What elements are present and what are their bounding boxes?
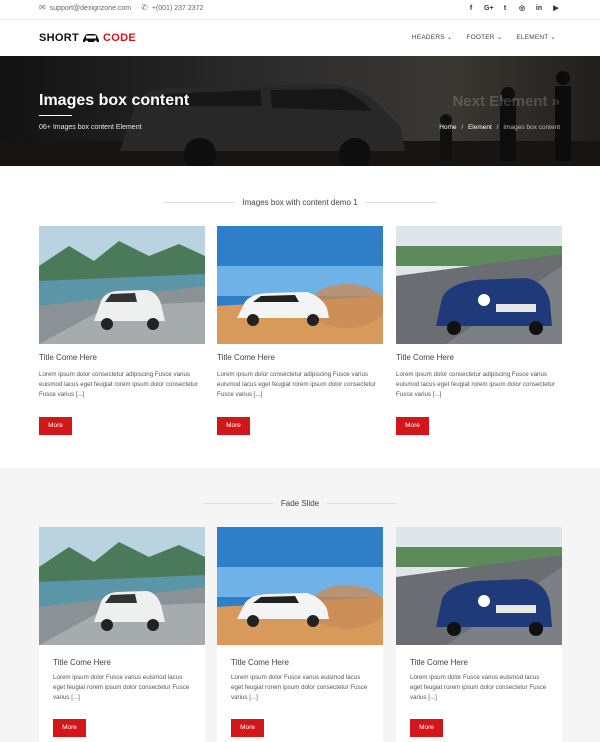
section-title-fade-slide: Fade Slide (0, 499, 600, 508)
contact-info: ✉ support@dexignzone.com ✆ +(001) 237 23… (39, 4, 213, 12)
title-underline (39, 115, 72, 116)
card-text: Lorem ipsum dolor Fusce varius euismod l… (231, 674, 368, 701)
more-button[interactable]: More (396, 417, 429, 435)
card-body: Title Come Here Lorem ipsum dolor Fusce … (217, 645, 383, 737)
card-body: Title Come Here Lorem ipsum dolor Fusce … (39, 645, 205, 737)
nav-label: ELEMENT (516, 34, 549, 41)
facebook-icon[interactable]: f (467, 4, 475, 14)
phone-text: +(001) 237 2372 (151, 4, 204, 12)
email-contact[interactable]: ✉ support@dexignzone.com (39, 4, 131, 12)
card-title: Title Come Here (217, 353, 275, 362)
card-text: Lorem ipsum dolor consectetur adipiscing… (396, 371, 555, 398)
site-logo[interactable]: SHORT CODE (39, 32, 136, 44)
card-body: Title Come Here Lorem ipsum dolor Fusce … (396, 645, 562, 737)
more-button[interactable]: More (39, 417, 72, 435)
page-subtitle: 06+ Images box content Element (39, 124, 142, 131)
breadcrumb: Home / Element / Images box content (439, 124, 560, 131)
linkedin-icon[interactable]: in (535, 4, 543, 14)
envelope-icon: ✉ (39, 3, 46, 12)
section-title-demo1: Images box with content demo 1 (0, 198, 600, 207)
nav-item-footer[interactable]: FOOTER ⌄ (466, 33, 502, 41)
breadcrumb-separator: / (496, 124, 499, 131)
card-title: Title Come Here (396, 353, 454, 362)
card-image-white-sedan-dust (217, 226, 383, 344)
slide-card-3: Title Come Here Lorem ipsum dolor Fusce … (396, 527, 562, 742)
slide-card-2: Title Come Here Lorem ipsum dolor Fusce … (217, 527, 383, 742)
title-divider (327, 503, 398, 505)
social-links: f G+ t ◎ in ▶ (467, 4, 560, 14)
card-image-blue-sports-car (396, 527, 562, 645)
logo-part-1: SHORT (39, 32, 79, 44)
breadcrumb-current: Images box content (503, 124, 560, 131)
card-title: Title Come Here (53, 658, 111, 667)
top-bar: ✉ support@dexignzone.com ✆ +(001) 237 23… (0, 0, 600, 20)
more-button[interactable]: More (410, 719, 443, 737)
card-image-blue-sports-car (396, 226, 562, 344)
nav-item-headers[interactable]: HEADERS ⌄ (412, 33, 452, 41)
nav-label: HEADERS (411, 34, 445, 41)
twitter-icon[interactable]: t (501, 4, 509, 14)
car-logo-icon (83, 34, 99, 44)
card-image-white-sedan-dust (217, 527, 383, 645)
nav-item-element[interactable]: ELEMENT ⌄ (516, 33, 556, 41)
breadcrumb-home[interactable]: Home (439, 124, 456, 131)
card-title: Title Come Here (39, 353, 97, 362)
more-button[interactable]: More (53, 719, 86, 737)
phone-contact[interactable]: ✆ +(001) 237 2372 (141, 4, 203, 12)
phone-icon: ✆ (141, 3, 148, 12)
card-text: Lorem ipsum dolor consectetur adipiscing… (217, 371, 376, 398)
breadcrumb-separator: / (461, 124, 464, 131)
section-title-text: Images box with content demo 1 (242, 198, 358, 207)
card-text: Lorem ipsum dolor consectetur adipiscing… (39, 371, 198, 398)
nav-label: FOOTER (466, 34, 495, 41)
card-title: Title Come Here (410, 658, 468, 667)
page-title: Images box content (39, 92, 190, 109)
card-image-white-suv-lake (39, 226, 205, 344)
card-title: Title Come Here (231, 658, 289, 667)
title-divider (365, 202, 436, 204)
title-divider (164, 202, 235, 204)
card-image-white-suv-lake (39, 527, 205, 645)
page-banner: Images box content 06+ Images box conten… (0, 56, 600, 166)
more-button[interactable]: More (231, 719, 264, 737)
banner-overlay (0, 56, 600, 166)
section-title-text: Fade Slide (280, 499, 320, 508)
title-divider (202, 503, 273, 505)
logo-part-2: CODE (103, 32, 136, 44)
image-card-1: Title Come Here Lorem ipsum dolor consec… (39, 226, 205, 435)
card-text: Lorem ipsum dolor Fusce varius euismod l… (53, 674, 190, 701)
breadcrumb-element[interactable]: Element (468, 124, 492, 131)
google-plus-icon[interactable]: G+ (484, 4, 494, 14)
image-card-3: Title Come Here Lorem ipsum dolor consec… (396, 226, 562, 435)
main-nav: HEADERS ⌄ FOOTER ⌄ ELEMENT ⌄ (412, 33, 556, 41)
image-card-2: Title Come Here Lorem ipsum dolor consec… (217, 226, 383, 435)
email-text: support@dexignzone.com (49, 4, 132, 12)
instagram-icon[interactable]: ◎ (518, 4, 526, 14)
next-element-link[interactable]: Next Element » (452, 93, 560, 110)
more-button[interactable]: More (217, 417, 250, 435)
slide-card-1: Title Come Here Lorem ipsum dolor Fusce … (39, 527, 205, 742)
youtube-icon[interactable]: ▶ (552, 4, 560, 14)
main-header: SHORT CODE HEADERS ⌄ FOOTER ⌄ ELEMENT ⌄ (0, 20, 600, 56)
card-text: Lorem ipsum dolor Fusce varius euismod l… (410, 674, 547, 701)
